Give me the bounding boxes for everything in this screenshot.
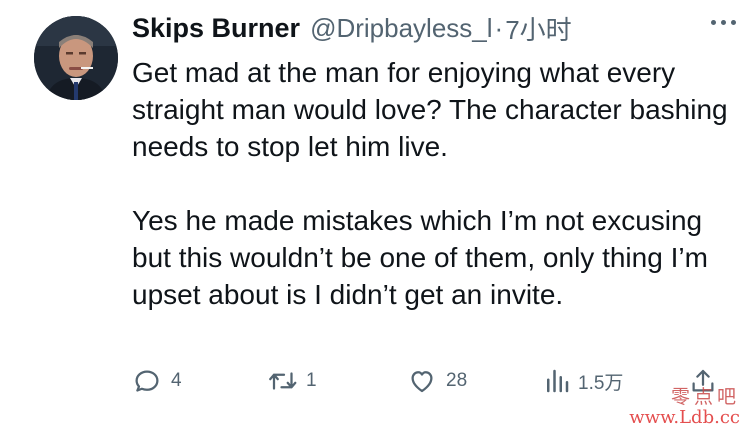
like-button[interactable]: 28: [406, 366, 467, 396]
user-handle[interactable]: @Dripbayless_l: [310, 13, 492, 44]
views-count: 1.5万: [578, 372, 624, 394]
tweet-header: Skips Burner @Dripbayless_l · 7小时: [132, 8, 732, 48]
separator-dot: ·: [494, 12, 504, 43]
tweet-paragraph-2: Yes he made mistakes which I’m not excus…: [132, 205, 708, 310]
person-avatar-icon: [34, 16, 118, 100]
tweet-text: Get mad at the man for enjoying what eve…: [132, 54, 732, 313]
timestamp[interactable]: 7小时: [505, 10, 571, 47]
tweet-paragraph-1: Get mad at the man for enjoying what eve…: [132, 57, 728, 162]
avatar[interactable]: [34, 16, 118, 100]
more-options-icon[interactable]: [711, 20, 736, 25]
retweet-button[interactable]: 1: [266, 366, 317, 396]
views-button[interactable]: 1.5万: [542, 366, 623, 396]
watermark-url: www.Ldb.cc: [629, 407, 740, 429]
reply-button[interactable]: 4: [132, 366, 182, 396]
tweet-content: Skips Burner @Dripbayless_l · 7小时 Get ma…: [132, 8, 732, 313]
reply-count: 4: [171, 370, 182, 391]
like-icon: [411, 371, 433, 393]
display-name[interactable]: Skips Burner: [132, 13, 300, 44]
views-icon: [547, 369, 569, 393]
tweet-card: Skips Burner @Dripbayless_l · 7小时 Get ma…: [0, 0, 750, 432]
retweet-icon: [269, 372, 297, 390]
reply-icon: [135, 370, 159, 392]
like-count: 28: [446, 370, 468, 391]
watermark: 零点吧 www.Ldb.cc: [629, 387, 740, 428]
watermark-title: 零点吧: [670, 386, 740, 409]
retweet-count: 1: [306, 370, 317, 391]
